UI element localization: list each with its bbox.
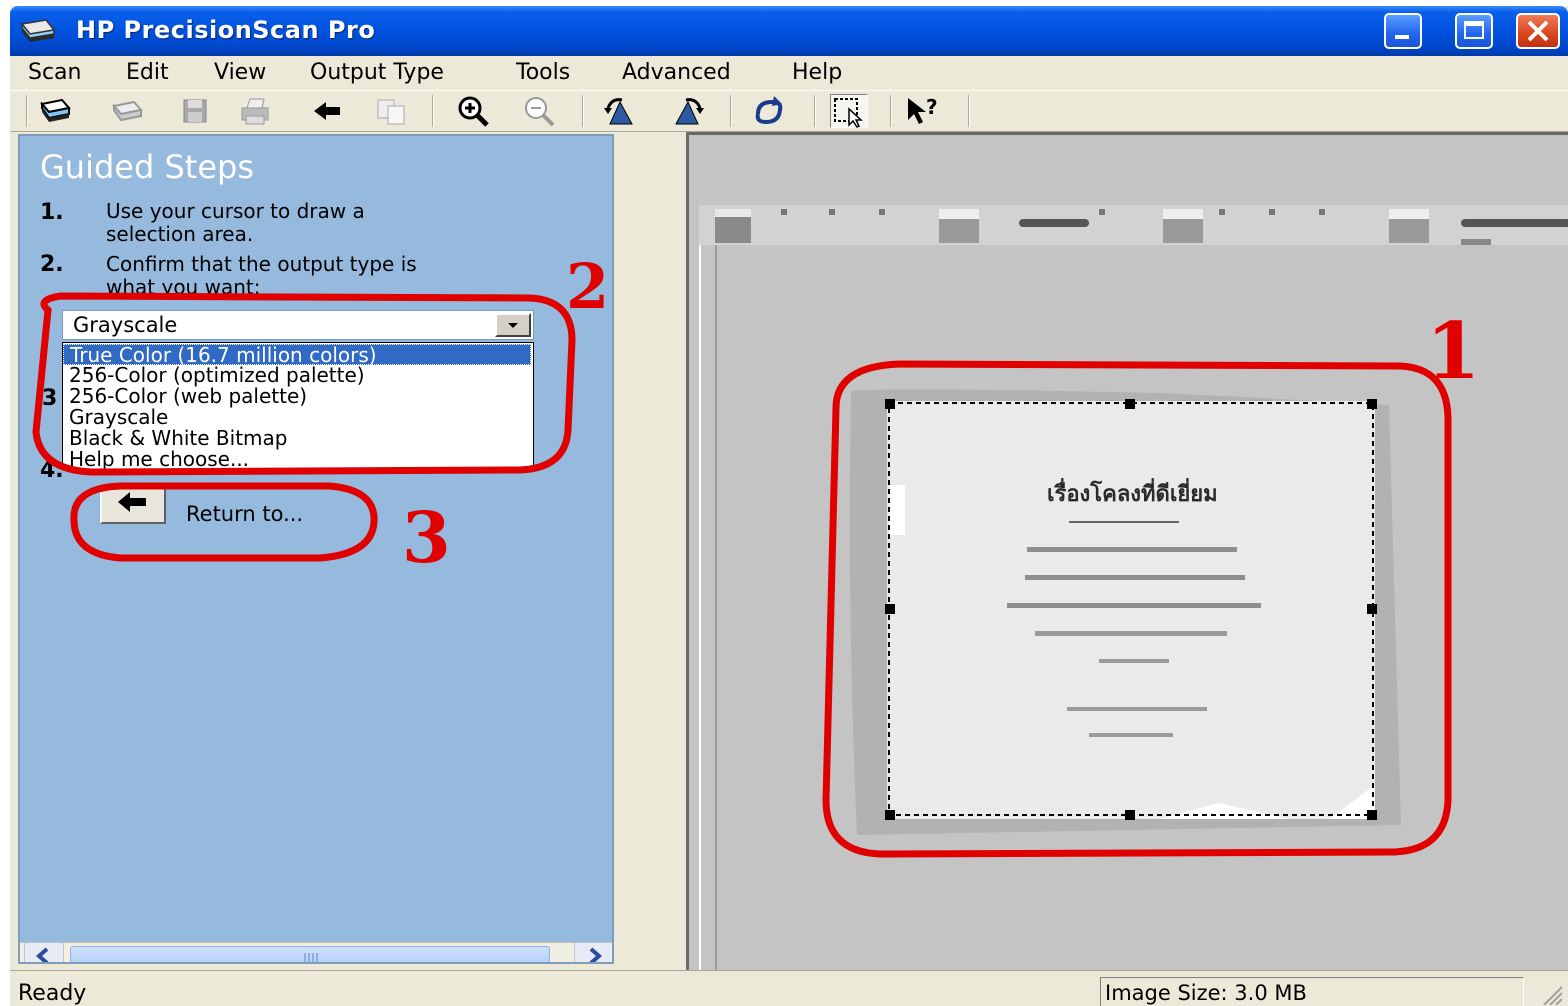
annotation-circle-1 [822, 360, 1452, 858]
annotation-number-3: 3 [402, 496, 451, 579]
annotation-circle-3 [70, 482, 378, 562]
annotation-number-2: 2 [566, 250, 610, 323]
annotation-overlay [32, 292, 1452, 858]
annotation-number-1: 1 [1426, 306, 1481, 397]
annotation-circle-2 [32, 292, 576, 476]
